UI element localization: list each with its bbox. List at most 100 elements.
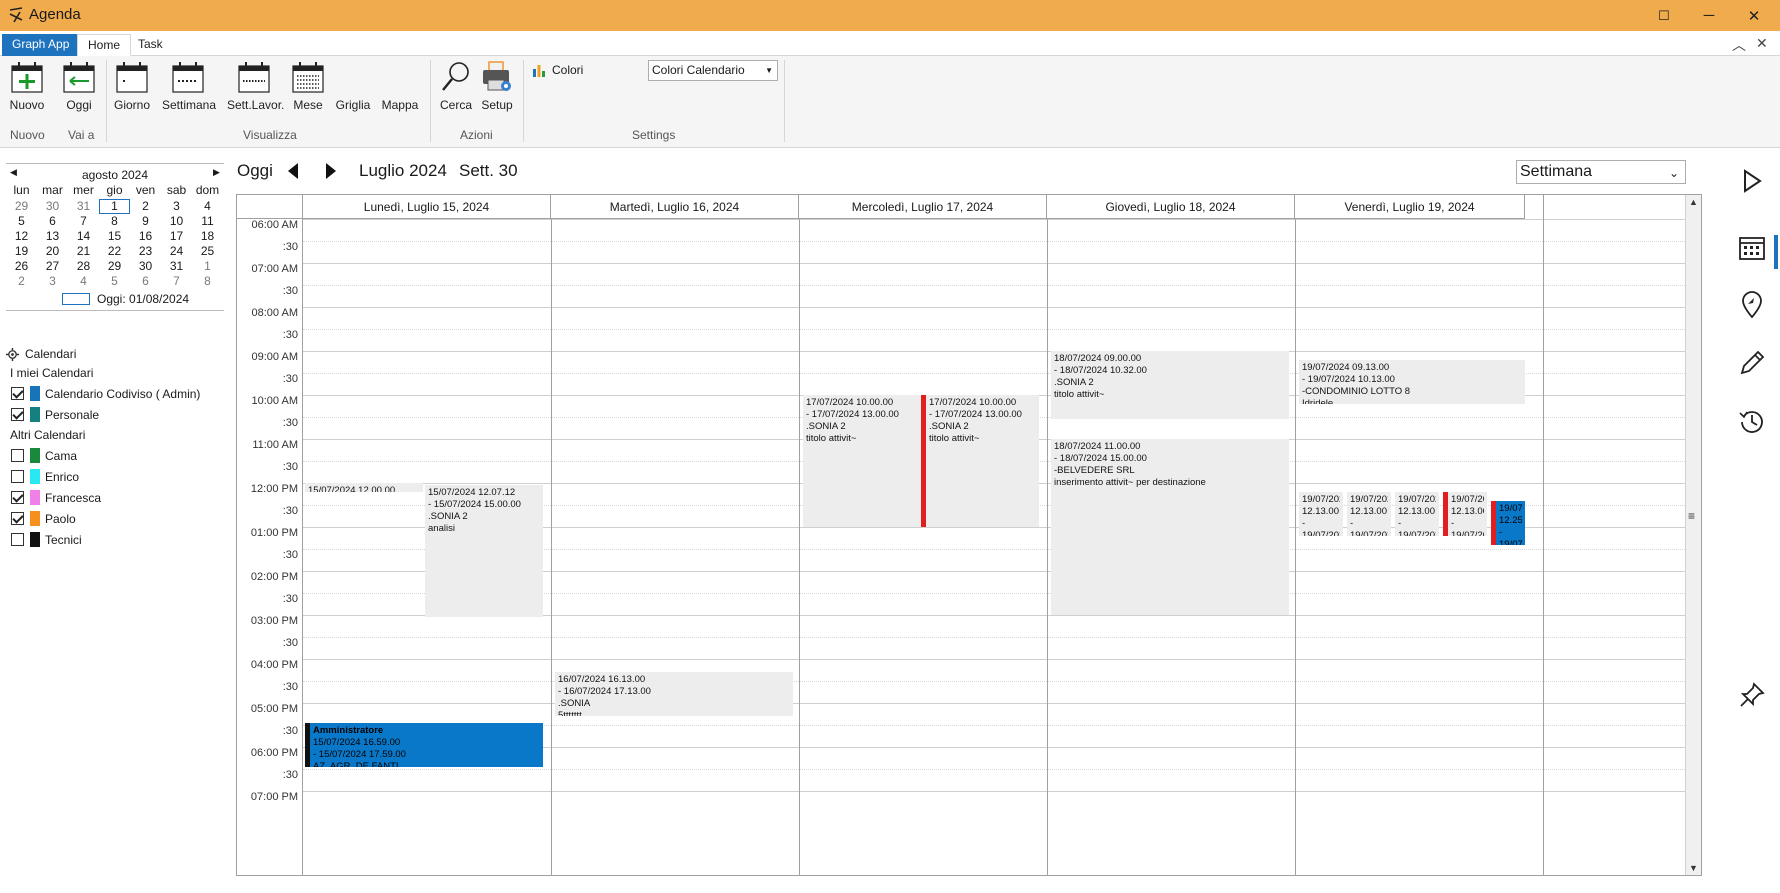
oggi-button[interactable]: Oggi <box>61 60 97 112</box>
calendar-checkbox[interactable] <box>11 408 24 421</box>
calendar-item[interactable]: Tecnici <box>6 529 228 550</box>
griglia-button[interactable]: Griglia <box>333 98 373 112</box>
mini-calendar-day[interactable]: 11 <box>192 214 223 229</box>
day-header[interactable]: Giovedì, Luglio 18, 2024 <box>1047 195 1295 219</box>
giorno-button[interactable]: Giorno <box>113 60 151 112</box>
calendar-checkbox[interactable] <box>11 387 24 400</box>
close-window-button[interactable]: ✕ <box>1731 0 1777 31</box>
mappa-button[interactable]: Mappa <box>380 98 420 112</box>
settimana-lavorativa-button[interactable]: Sett.Lavor. <box>227 60 284 112</box>
mini-calendar-day[interactable]: 29 <box>99 259 130 274</box>
pin-icon[interactable] <box>1738 681 1766 709</box>
colori-calendario-select[interactable]: Colori Calendario ▼ <box>648 60 778 81</box>
nuovo-button[interactable]: Nuovo <box>8 60 46 112</box>
mini-calendar-day[interactable]: 5 <box>6 214 37 229</box>
maximize-button[interactable]: ☐ <box>1641 0 1687 31</box>
mini-calendar-day[interactable]: 18 <box>192 229 223 244</box>
next-arrow-icon[interactable] <box>326 163 336 179</box>
appointment[interactable]: 19/07/202412.13.00-19/07/202... <box>1347 491 1391 536</box>
mini-calendar-day[interactable]: 8 <box>99 214 130 229</box>
mini-calendar-day[interactable]: 20 <box>37 244 68 259</box>
scroll-grip-icon[interactable]: ≡ <box>1688 509 1695 523</box>
mini-calendar-day[interactable]: 10 <box>161 214 192 229</box>
appointment[interactable]: 17/07/2024 10.00.00 - 17/07/2024 13.00.0… <box>921 395 1039 527</box>
minimize-button[interactable]: ─ <box>1686 0 1732 31</box>
calendar-checkbox[interactable] <box>11 533 24 546</box>
mini-calendar-next-icon[interactable]: ▶ <box>213 167 220 178</box>
appointment[interactable]: 15/07/2024 12.00.00 <box>305 483 423 492</box>
mini-calendar-day[interactable]: 19 <box>6 244 37 259</box>
mini-calendar-day[interactable]: 13 <box>37 229 68 244</box>
cerca-button[interactable]: Cerca <box>438 60 474 112</box>
day-header[interactable]: Mercoledì, Luglio 17, 2024 <box>799 195 1047 219</box>
day-header[interactable]: Venerdì, Luglio 19, 2024 <box>1295 195 1525 219</box>
mini-calendar-day[interactable]: 6 <box>37 214 68 229</box>
mini-calendar-day[interactable]: 2 <box>130 199 161 214</box>
calendar-item[interactable]: Calendario Codiviso ( Admin) <box>6 383 228 404</box>
calendar-item[interactable]: Cama <box>6 445 228 466</box>
calendar-item[interactable]: Francesca <box>6 487 228 508</box>
prev-arrow-icon[interactable] <box>288 163 298 179</box>
mini-calendar-day[interactable]: 6 <box>130 274 161 289</box>
mini-calendar-day[interactable]: 27 <box>37 259 68 274</box>
mini-calendar-day[interactable]: 15 <box>99 229 130 244</box>
mini-calendar-day[interactable]: 21 <box>68 244 99 259</box>
tab-task[interactable]: Task <box>128 34 173 56</box>
mini-calendar-day[interactable]: 4 <box>192 199 223 214</box>
mini-calendar-day[interactable]: 7 <box>161 274 192 289</box>
mini-calendar-day[interactable]: 3 <box>161 199 192 214</box>
calendar-item[interactable]: Paolo <box>6 508 228 529</box>
mini-calendar-day[interactable]: 2 <box>6 274 37 289</box>
appointment[interactable]: 18/07/2024 11.00.00 - 18/07/2024 15.00.0… <box>1051 439 1289 615</box>
calendar-checkbox[interactable] <box>11 449 24 462</box>
setup-button[interactable]: Setup <box>478 60 516 112</box>
vertical-scrollbar[interactable]: ▲ ▼ ≡ <box>1685 195 1701 875</box>
mini-calendar-day[interactable]: 1 <box>99 199 130 214</box>
appointment[interactable]: Amministratore 15/07/2024 16.59.00 - 15/0… <box>305 722 543 767</box>
mini-calendar-day[interactable]: 31 <box>161 259 192 274</box>
history-icon[interactable] <box>1738 407 1766 435</box>
scroll-up-icon[interactable]: ▲ <box>1689 197 1698 207</box>
settimana-button[interactable]: Settimana <box>162 60 216 112</box>
mini-calendar-day[interactable]: 29 <box>6 199 37 214</box>
appointment[interactable]: 15/07/2024 12.07.12 - 15/07/2024 15.00.0… <box>425 485 543 618</box>
appointment[interactable]: 19/07/20...12.13.00-19/07/20... <box>1443 491 1487 536</box>
mini-calendar-day[interactable]: 30 <box>130 259 161 274</box>
mini-calendar-day[interactable]: 22 <box>99 244 130 259</box>
scroll-down-icon[interactable]: ▼ <box>1689 863 1698 873</box>
mini-calendar-day[interactable]: 25 <box>192 244 223 259</box>
appointment[interactable]: 19/07/2024 09.13.00 - 19/07/2024 10.13.0… <box>1299 359 1525 404</box>
map-pin-icon[interactable] <box>1738 291 1766 319</box>
mini-calendar-day[interactable]: 12 <box>6 229 37 244</box>
appointment[interactable]: 19/07/2...12.25.00-19/07/2... <box>1491 500 1525 545</box>
mini-calendar-day[interactable]: 31 <box>68 199 99 214</box>
mini-calendar-day[interactable]: 3 <box>37 274 68 289</box>
mese-button[interactable]: Mese <box>290 60 326 112</box>
gear-icon[interactable] <box>6 347 19 361</box>
mini-calendar-day[interactable]: 14 <box>68 229 99 244</box>
calendar-item[interactable]: Personale <box>6 404 228 425</box>
today-link[interactable]: Oggi: 01/08/2024 <box>97 292 189 306</box>
tab-graph-app[interactable]: Graph App <box>2 34 80 56</box>
ribbon-close-icon[interactable]: ✕ <box>1756 35 1768 52</box>
calendar-checkbox[interactable] <box>11 491 24 504</box>
ribbon-collapse-icon[interactable]: ︿ <box>1732 35 1746 55</box>
mini-calendar-day[interactable]: 4 <box>68 274 99 289</box>
pencil-icon[interactable] <box>1738 349 1766 377</box>
calendar-item[interactable]: Enrico <box>6 466 228 487</box>
mini-calendar-day[interactable]: 1 <box>192 259 223 274</box>
appointment[interactable]: 19/07/202412.13.00-19/07/202... <box>1299 491 1343 536</box>
appointment[interactable]: 16/07/2024 16.13.00 - 16/07/2024 17.13.0… <box>555 672 793 717</box>
appointment[interactable]: 19/07/202412.13.00-19/07/202... <box>1395 491 1439 536</box>
tab-home[interactable]: Home <box>77 34 132 56</box>
calendar-icon[interactable] <box>1738 233 1766 261</box>
day-header[interactable]: Lunedì, Luglio 15, 2024 <box>303 195 551 219</box>
today-button[interactable]: Oggi <box>237 161 273 181</box>
mini-calendar-day[interactable]: 7 <box>68 214 99 229</box>
day-header[interactable]: Martedì, Luglio 16, 2024 <box>551 195 799 219</box>
mini-calendar-day[interactable]: 9 <box>130 214 161 229</box>
mini-calendar-day[interactable]: 30 <box>37 199 68 214</box>
calendar-checkbox[interactable] <box>11 470 24 483</box>
mini-calendar-day[interactable]: 5 <box>99 274 130 289</box>
mini-calendar-day[interactable]: 24 <box>161 244 192 259</box>
